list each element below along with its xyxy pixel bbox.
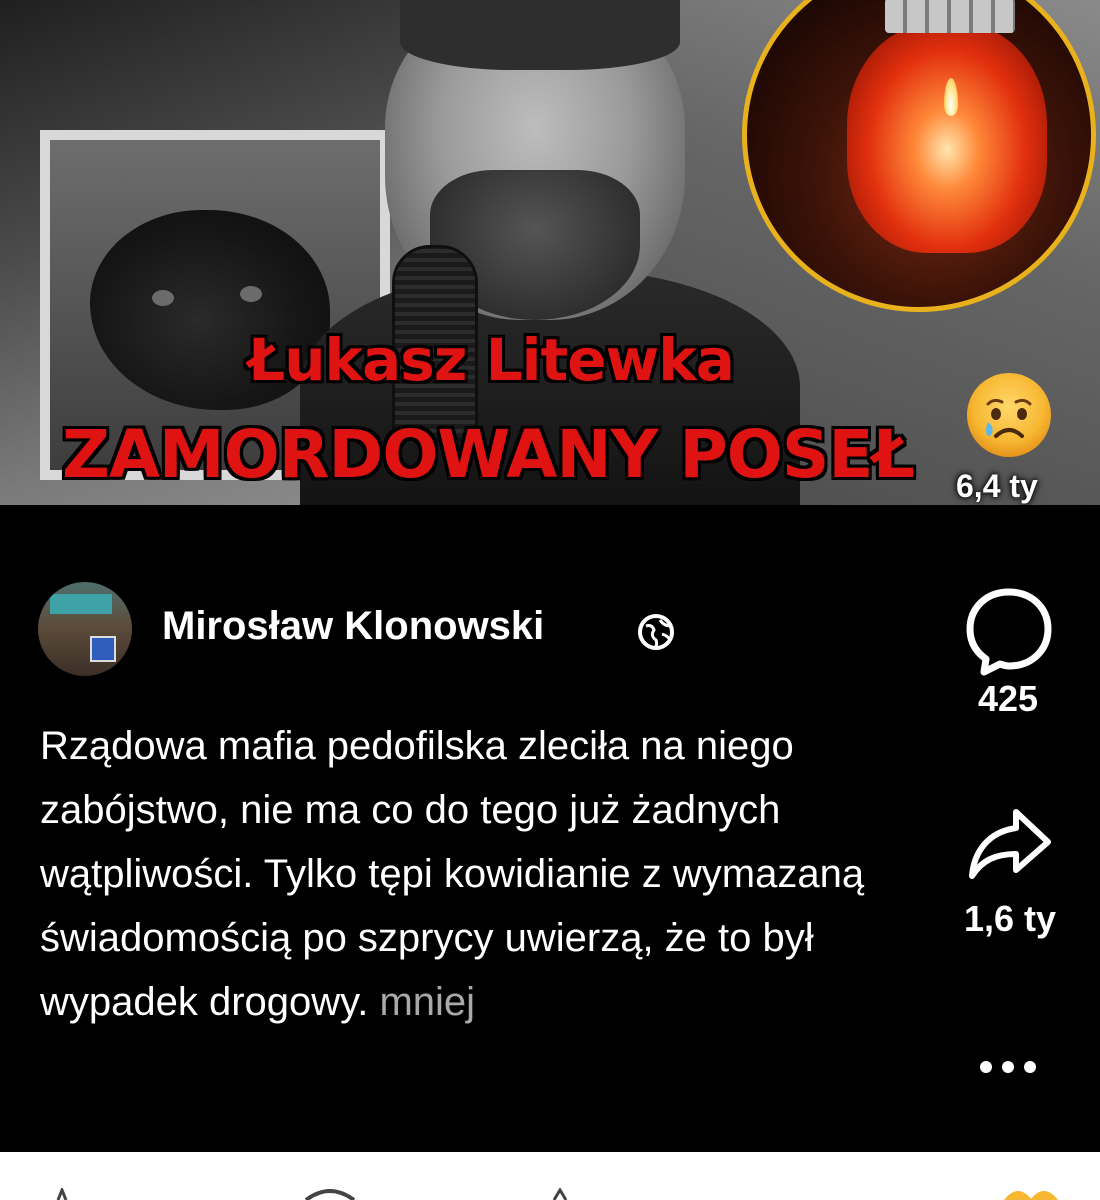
dog-eye: [152, 290, 174, 306]
sad-face-emoji-icon[interactable]: [964, 370, 1054, 460]
share-count[interactable]: 1,6 ty: [936, 898, 1084, 940]
dog-eye: [240, 286, 262, 302]
post-media-image[interactable]: Łukasz Litewka ZAMORDOWANY POSEŁ 6,4 ty: [0, 0, 1100, 505]
share-arrow-icon[interactable]: [966, 800, 1054, 888]
reel-screen: Łukasz Litewka ZAMORDOWANY POSEŁ 6,4 ty …: [0, 0, 1100, 1200]
post-caption: Rządowa mafia pedofilska zleciła na nieg…: [40, 714, 900, 1034]
comment-count[interactable]: 425: [940, 678, 1076, 720]
headline-name: Łukasz Litewka: [248, 326, 735, 394]
avatar-detail: [50, 594, 112, 614]
share-icon[interactable]: [540, 1188, 580, 1200]
comment-bubble-icon[interactable]: [962, 584, 1056, 678]
bottom-navigation-bar: [0, 1152, 1100, 1200]
like-icon[interactable]: [40, 1188, 80, 1200]
reaction-emojis-icon[interactable]: [1000, 1188, 1070, 1200]
comment-icon[interactable]: [300, 1188, 360, 1200]
author-name[interactable]: Mirosław Klonowski: [162, 604, 544, 649]
show-less-link[interactable]: mniej: [379, 980, 475, 1024]
avatar-detail: [90, 636, 116, 662]
candle-lid: [885, 0, 1015, 33]
reaction-count[interactable]: 6,4 ty: [956, 468, 1038, 505]
person-hair: [400, 0, 680, 70]
author-avatar[interactable]: [38, 582, 132, 676]
globe-icon: [638, 614, 674, 650]
more-dots-icon[interactable]: [972, 1052, 1044, 1082]
post-caption-text: Rządowa mafia pedofilska zleciła na nieg…: [40, 724, 865, 1024]
candle-glass: [847, 23, 1047, 253]
headline-caption: ZAMORDOWANY POSEŁ: [62, 416, 915, 493]
